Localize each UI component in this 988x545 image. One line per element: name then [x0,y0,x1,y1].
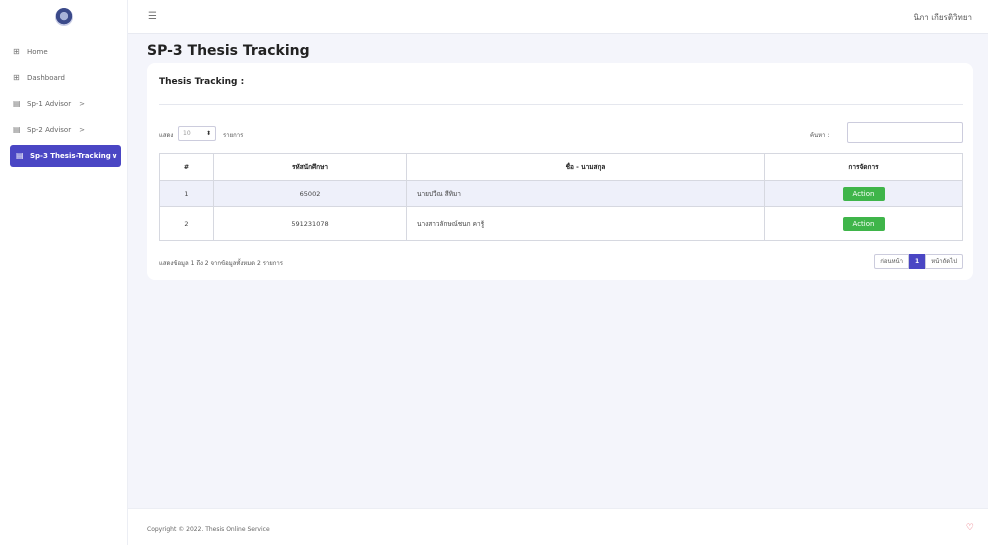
document-icon: ▤ [13,125,21,134]
thesis-table: # รหัสนักศึกษา ชื่อ - นามสกุล การจัดการ … [159,153,963,241]
column-header-manage[interactable]: การจัดการ [764,153,963,181]
row-number: 2 [159,206,214,241]
logo-container [0,0,127,34]
page-length-select[interactable]: 10 ⬍ [178,126,216,141]
sidebar-item-sp2-advisor[interactable]: ▤ Sp-2 Advisor > [7,119,120,141]
sidebar-menu: ⊞ Home ⊞ Dashboard ▤ Sp-1 Advisor > ▤ Sp… [0,34,127,167]
table-info: แสดงข้อมูล 1 ถึง 2 จากข้อมูลทั้งหมด 2 รา… [159,260,284,267]
sidebar-item-dashboard[interactable]: ⊞ Dashboard [7,67,120,89]
table-header-row: # รหัสนักศึกษา ชื่อ - นามสกุล การจัดการ [159,153,963,181]
sidebar-item-label: Home [27,48,48,56]
sidebar-item-sp1-advisor[interactable]: ▤ Sp-1 Advisor > [7,93,120,115]
sidebar-item-label: Sp-3 Thesis-Tracking [30,152,111,160]
sidebar-item-label: Sp-1 Advisor [27,100,72,108]
pagination: ก่อนหน้า 1 หน้าถัดไป [874,254,963,269]
table-row: 1 65002 นายปวีณ สีทิมา Action [159,180,963,207]
entries-label: รายการ [223,132,244,139]
heart-icon: ♡ [965,523,974,533]
column-header-number[interactable]: # [159,153,214,181]
user-name[interactable]: นิภา เกียรติวิทยา [914,11,972,24]
chevron-down-icon: ∨ [111,152,118,160]
copyright-text: Copyright © 2022. Thesis Online Service [147,526,270,533]
top-navbar: ☰ นิภา เกียรติวิทยา [128,0,988,34]
action-button[interactable]: Action [842,216,885,231]
document-icon: ▤ [16,151,24,160]
search-label: ค้นหา : [810,132,830,139]
column-header-student-id[interactable]: รหัสนักศึกษา [213,153,407,181]
card-title: Thesis Tracking : [159,77,245,87]
page-length-value: 10 [183,130,191,137]
student-name: นางสาวลักษณ์ชนก คารู้ [406,206,765,241]
sidebar-item-label: Sp-2 Advisor [27,126,72,134]
search-input[interactable] [847,122,963,143]
sidebar: ⊞ Home ⊞ Dashboard ▤ Sp-1 Advisor > ▤ Sp… [0,0,128,545]
chevron-right-icon: > [79,100,85,108]
grid-icon: ⊞ [13,47,20,56]
university-logo[interactable] [54,8,73,26]
sidebar-item-label: Dashboard [27,74,65,82]
hamburger-icon[interactable]: ☰ [148,11,157,22]
page-title: SP-3 Thesis Tracking [147,43,310,59]
document-icon: ▤ [13,99,21,108]
row-number: 1 [159,180,214,207]
footer: Copyright © 2022. Thesis Online Service … [128,508,988,545]
thesis-tracking-card: Thesis Tracking : แสดง 10 ⬍ รายการ ค้นหา… [147,63,973,280]
select-arrows-icon: ⬍ [205,130,211,137]
divider [159,104,963,105]
student-id: 65002 [213,180,407,207]
column-header-name[interactable]: ชื่อ - นามสกุล [406,153,765,181]
previous-page-button[interactable]: ก่อนหน้า [874,254,910,269]
manage-cell: Action [764,180,963,207]
action-button[interactable]: Action [842,186,885,201]
chevron-right-icon: > [79,126,85,134]
student-id: 591231078 [213,206,407,241]
table-row: 2 591231078 นางสาวลักษณ์ชนก คารู้ Action [159,206,963,241]
sidebar-item-home[interactable]: ⊞ Home [7,41,120,63]
manage-cell: Action [764,206,963,241]
show-label: แสดง [159,132,174,139]
sidebar-item-sp3-thesis-tracking[interactable]: ▤ Sp-3 Thesis-Tracking ∨ [10,145,121,167]
page-1-button[interactable]: 1 [909,254,926,269]
next-page-button[interactable]: หน้าถัดไป [925,254,963,269]
grid-icon: ⊞ [13,73,20,82]
student-name: นายปวีณ สีทิมา [406,180,765,207]
